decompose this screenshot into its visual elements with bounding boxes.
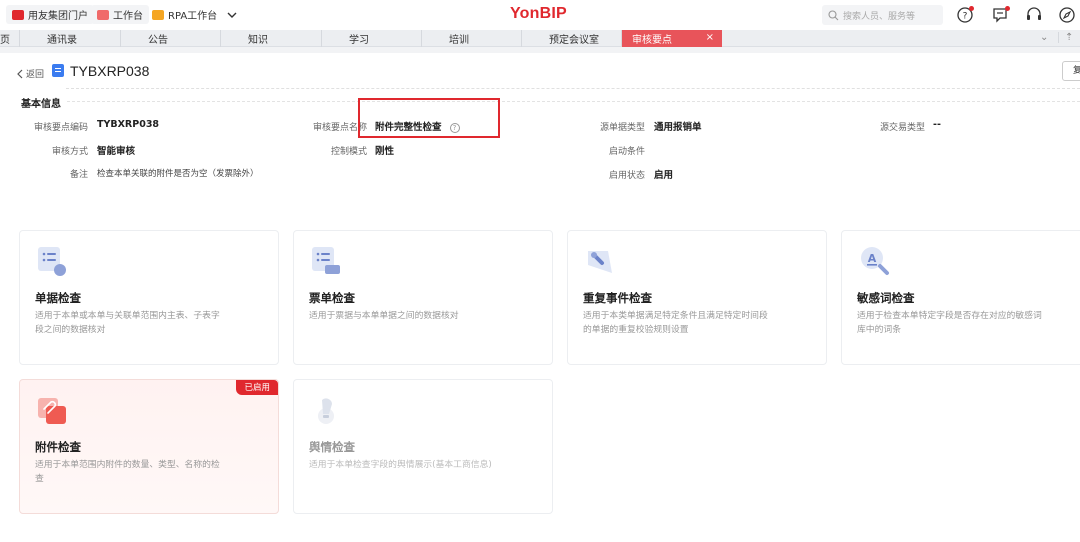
source-trans-value: -- — [933, 119, 941, 130]
tab-label: 知识 — [248, 35, 268, 46]
tab-label: 学习 — [349, 35, 369, 46]
check-card-document[interactable]: 单据检查 适用于本单或本单与关联单范围内主表、子表字段之间的数据核对 — [19, 230, 279, 365]
close-icon[interactable]: × — [706, 32, 714, 43]
repeat-tool-icon — [584, 245, 616, 277]
tab-partial-label: 页 — [0, 35, 10, 46]
check-card-sensitive[interactable]: A 敏感词检查 适用于检查本单特定字段是否存在对应的敏感词库中的词条 — [841, 230, 1080, 365]
detail-page: 返回 TYBXRP038 复 基本信息 审核要点编码 TYBXRP038 审核要… — [0, 53, 1080, 542]
portal-switcher[interactable]: 用友集团门户 — [6, 5, 94, 24]
check-card-repeat[interactable]: 重复事件检查 适用于本类单据满足特定条件且满足特定时间段的单据的重复校验规则设置 — [567, 230, 827, 365]
top-bar: 用友集团门户 工作台 RPA工作台 YonBIP 搜索人员、服务等 ? — [0, 0, 1080, 30]
enabled-badge: 已启用 — [236, 380, 278, 395]
check-card-invoice[interactable]: 票单检查 适用于票据与本单单据之间的数据核对 — [293, 230, 553, 365]
tab-bar: 页 通讯录 公告 知识 学习 培训 预定会议室 审核要点 × ⌄ ⇡ — [0, 30, 1080, 47]
chevron-left-icon — [17, 69, 23, 78]
method-value: 智能审核 — [97, 146, 136, 157]
tab-label: 审核要点 — [632, 35, 672, 46]
section-divider — [67, 101, 1080, 102]
workbench-icon — [97, 9, 109, 20]
tab-more-icon[interactable]: ⌄ — [1040, 32, 1048, 43]
tab-label: 公告 — [148, 35, 168, 46]
svg-text:?: ? — [963, 12, 968, 22]
card-description: 适用于本单范围内附件的数量、类型、名称的检查 — [35, 460, 220, 484]
card-title: 敏感词检查 — [857, 291, 915, 305]
message-icon[interactable] — [991, 6, 1010, 24]
svg-text:A: A — [868, 252, 877, 265]
rpa-workbench-link[interactable]: RPA工作台 — [152, 5, 217, 24]
control-value: 刚性 — [375, 146, 395, 157]
card-title: 单据检查 — [35, 291, 81, 305]
brand-logo: YonBIP — [510, 5, 567, 22]
sensitive-word-search-icon: A — [858, 245, 890, 277]
method-label: 审核方式 — [51, 147, 88, 157]
remark-label: 备注 — [69, 170, 88, 180]
help-icon[interactable]: ? — [956, 6, 974, 24]
invoice-list-icon — [310, 245, 342, 277]
check-card-public-opinion[interactable]: 舆情检查 适用于本单检查字段的舆情展示(基本工商信息) — [293, 379, 553, 514]
card-title: 票单检查 — [309, 291, 355, 305]
card-title: 舆情检查 — [309, 440, 355, 454]
search-input[interactable]: 搜索人员、服务等 — [822, 5, 943, 25]
tab-label: 预定会议室 — [549, 35, 599, 46]
workbench-link[interactable]: 工作台 — [91, 5, 149, 24]
code-value: TYBXRP038 — [97, 119, 160, 130]
back-label: 返回 — [26, 70, 45, 80]
card-title: 附件检查 — [35, 440, 81, 454]
chevron-down-icon[interactable] — [226, 5, 238, 24]
highlight-box — [358, 98, 500, 138]
remark-value: 检查本单关联的附件是否为空（发票除外） — [97, 169, 259, 179]
public-opinion-icon — [310, 394, 342, 426]
tab-contacts[interactable]: 通讯录 — [20, 30, 121, 47]
name-label: 审核要点名称 — [312, 123, 367, 133]
page-title: TYBXRP038 — [70, 63, 150, 79]
card-description: 适用于本单或本单与关联单范围内主表、子表字段之间的数据核对 — [35, 311, 220, 335]
tab-meeting-room[interactable]: 预定会议室 — [522, 30, 622, 47]
search-placeholder: 搜索人员、服务等 — [843, 11, 916, 22]
tab-learning[interactable]: 学习 — [322, 30, 422, 47]
back-button[interactable]: 返回 — [16, 67, 44, 80]
card-description: 适用于本类单据满足特定条件且满足特定时间段的单据的重复校验规则设置 — [583, 311, 768, 335]
start-cond-label: 启动条件 — [608, 147, 645, 157]
source-type-value: 通用报销单 — [654, 122, 702, 133]
rpa-label: RPA工作台 — [168, 11, 218, 22]
card-description: 适用于票据与本单单据之间的数据核对 — [309, 311, 459, 321]
tab-audit-points[interactable]: 审核要点 × — [622, 30, 722, 47]
tab-announcement[interactable]: 公告 — [121, 30, 221, 47]
code-label: 审核要点编码 — [33, 123, 88, 133]
card-description: 适用于本单检查字段的舆情展示(基本工商信息) — [309, 460, 492, 470]
rpa-icon — [152, 9, 164, 20]
source-type-label: 源单据类型 — [599, 123, 645, 133]
document-icon — [52, 64, 64, 77]
copy-button[interactable]: 复 — [1062, 61, 1080, 81]
search-icon — [828, 9, 839, 20]
status-value: 启用 — [654, 170, 674, 181]
workbench-label: 工作台 — [113, 11, 143, 22]
card-description: 适用于检查本单特定字段是否存在对应的敏感词库中的词条 — [857, 311, 1042, 335]
header-divider — [66, 88, 1080, 89]
tab-partial[interactable]: 页 — [0, 30, 20, 47]
compass-icon[interactable] — [1058, 6, 1076, 24]
yonyou-logo-icon — [12, 9, 24, 20]
tab-training[interactable]: 培训 — [422, 30, 522, 47]
tab-label: 培训 — [449, 35, 469, 46]
status-label: 启用状态 — [608, 171, 645, 181]
tab-knowledge[interactable]: 知识 — [221, 30, 322, 47]
tab-label: 通讯录 — [47, 35, 77, 46]
document-list-icon — [36, 245, 68, 277]
headset-icon[interactable] — [1025, 6, 1043, 24]
portal-label: 用友集团门户 — [28, 11, 88, 22]
upload-icon[interactable]: ⇡ — [1058, 32, 1073, 43]
section-title: 基本信息 — [21, 99, 61, 110]
source-trans-label: 源交易类型 — [879, 123, 925, 133]
control-label: 控制模式 — [330, 147, 367, 157]
attachment-icon — [36, 394, 68, 426]
check-card-attachment[interactable]: 已启用 附件检查 适用于本单范围内附件的数量、类型、名称的检查 — [19, 379, 279, 514]
card-title: 重复事件检查 — [583, 291, 652, 305]
